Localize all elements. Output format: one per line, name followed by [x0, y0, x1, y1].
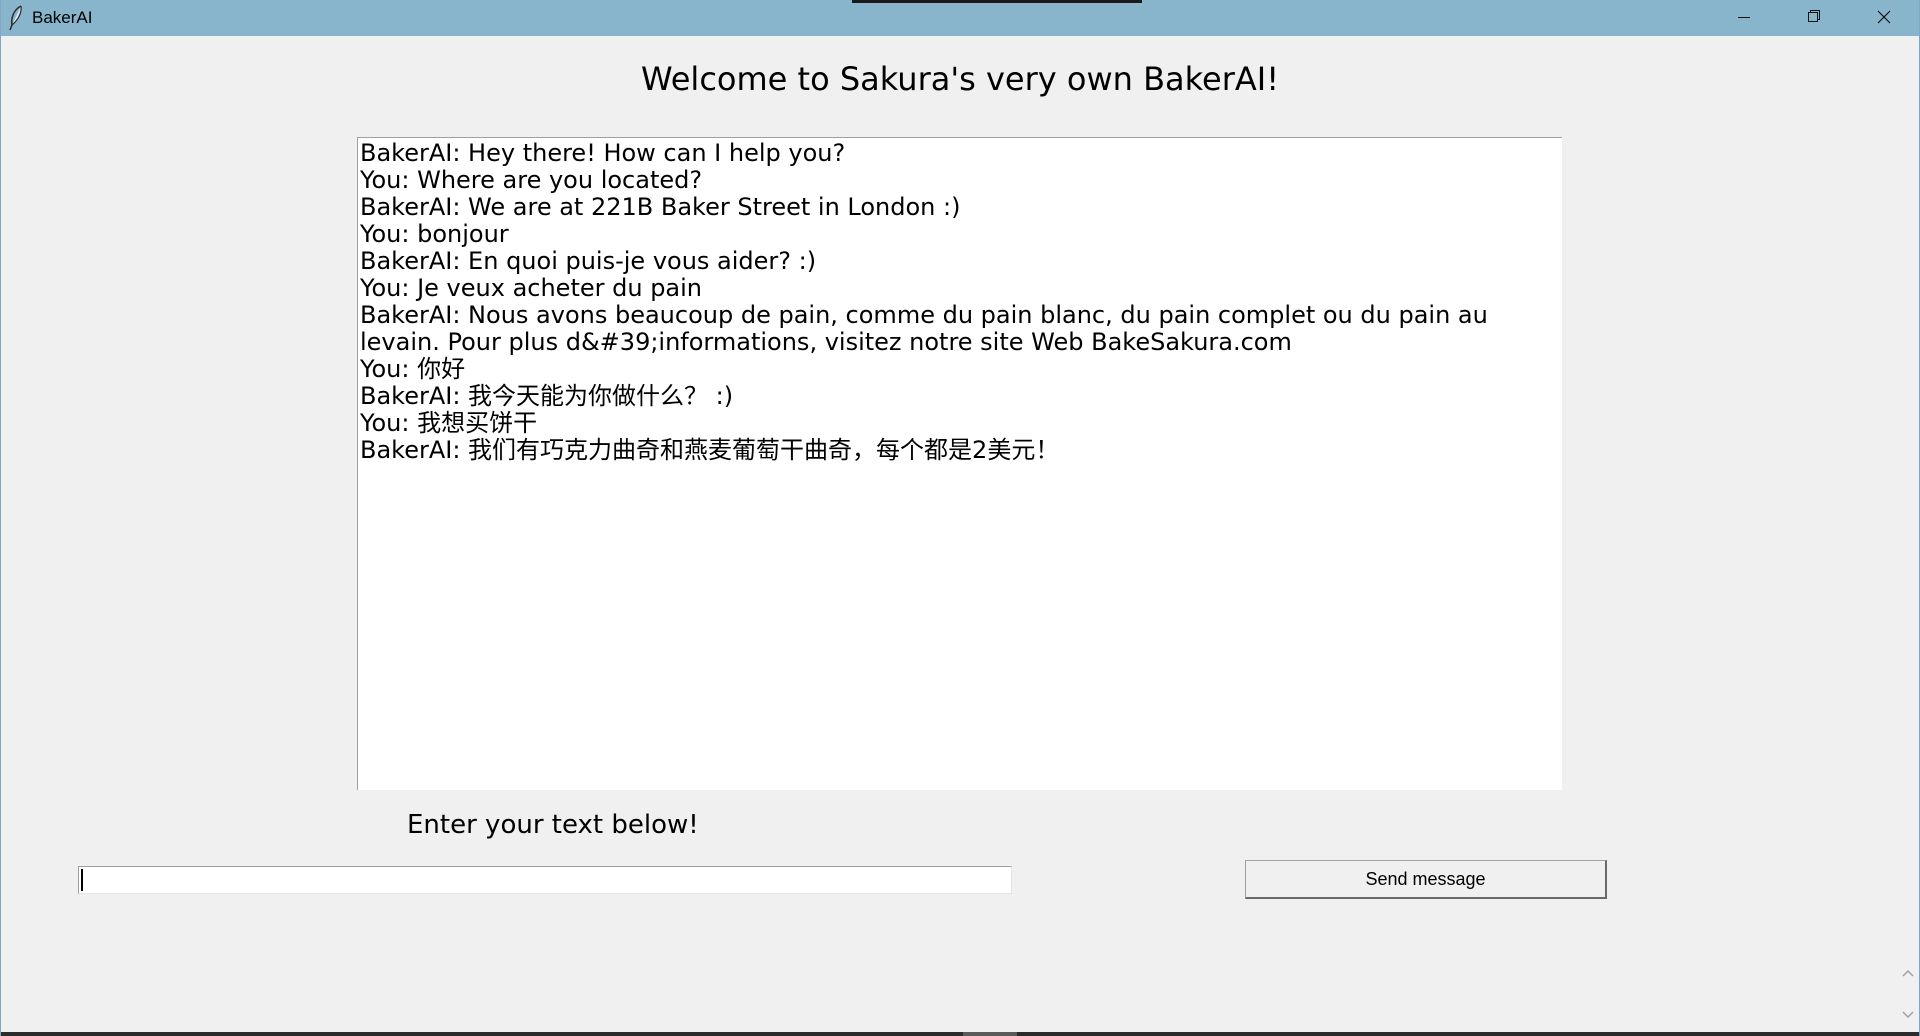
close-icon [1877, 10, 1891, 24]
title-bar[interactable]: BakerAI [1, 0, 1919, 36]
scroll-down-icon[interactable] [1897, 1004, 1919, 1026]
send-message-button[interactable]: Send message [1245, 860, 1607, 899]
window-title: BakerAI [32, 8, 93, 27]
chat-line: BakerAI: En quoi puis-je vous aider? :) [360, 247, 817, 275]
feather-icon [7, 5, 25, 31]
maximize-button[interactable] [1779, 0, 1849, 36]
bottom-resize-thumb [963, 1032, 1017, 1036]
title-accent-line [852, 0, 1142, 3]
chat-line: BakerAI: Nous avons beaucoup de pain, co… [360, 301, 1496, 356]
chat-line: BakerAI: 我们有巧克力曲奇和燕麦葡萄干曲奇，每个都是2美元！ [360, 436, 1060, 464]
chat-line: You: Je veux acheter du pain [360, 274, 703, 302]
text-caret [81, 869, 83, 891]
app-window: BakerAI Welcome to Sakura's very own Bak… [0, 0, 1920, 1036]
scroll-up-icon[interactable] [1897, 962, 1919, 984]
chat-line: You: Where are you located? [360, 166, 703, 194]
chat-line: You: 我想买饼干 [360, 409, 538, 437]
minimize-button[interactable] [1709, 0, 1779, 36]
input-prompt-label: Enter your text below! [407, 810, 699, 840]
welcome-heading: Welcome to Sakura's very own BakerAI! [640, 60, 1280, 98]
chat-line: BakerAI: 我今天能为你做什么？ :) [360, 382, 734, 410]
chat-line: BakerAI: Hey there! How can I help you? [360, 139, 846, 167]
chat-line: BakerAI: We are at 221B Baker Street in … [360, 193, 961, 221]
chat-line: You: bonjour [360, 220, 509, 248]
chat-log[interactable]: BakerAI: Hey there! How can I help you? … [357, 137, 1562, 790]
bottom-border [1, 1032, 1919, 1036]
chat-line: You: 你好 [360, 355, 466, 383]
message-input[interactable] [78, 866, 1012, 894]
restore-icon [1808, 10, 1820, 22]
minimize-icon [1738, 17, 1750, 18]
scrollbar[interactable] [1897, 958, 1919, 1032]
close-button[interactable] [1849, 0, 1919, 36]
